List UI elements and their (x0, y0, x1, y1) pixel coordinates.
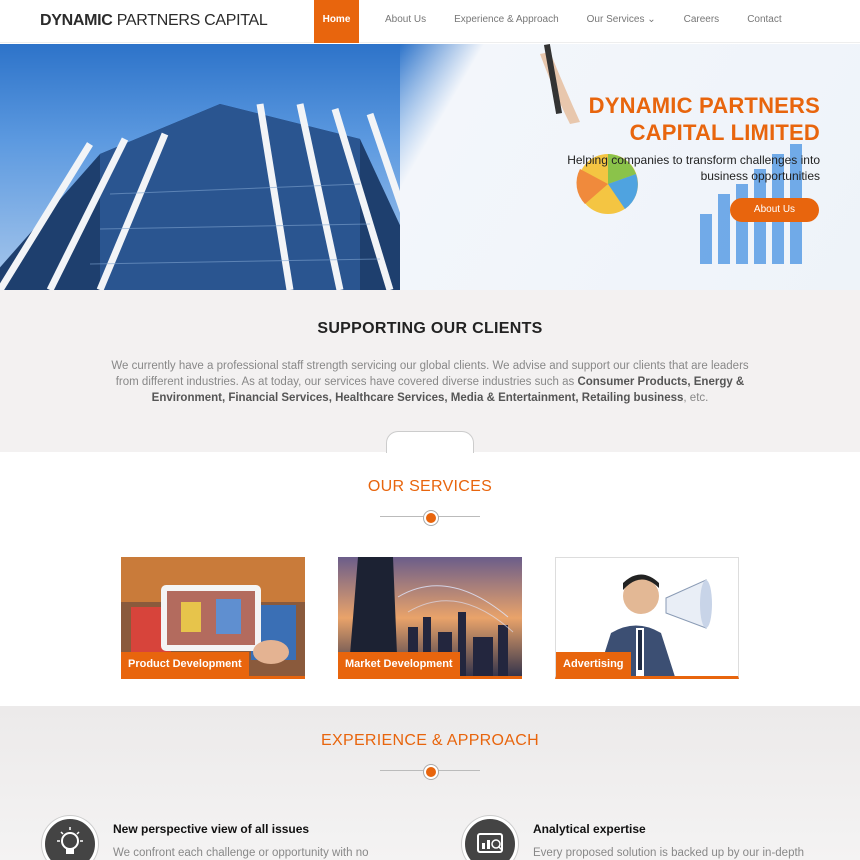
nav-contact[interactable]: Contact (733, 0, 795, 43)
experience-divider (380, 764, 480, 779)
nav-experience-approach[interactable]: Experience & Approach (440, 0, 573, 43)
hero-subtitle: Helping companies to transform challenge… (567, 153, 820, 183)
section-tab-decoration (386, 431, 474, 453)
nav-home[interactable]: Home (314, 0, 359, 43)
service-card-advertising[interactable]: Advertising (555, 557, 739, 679)
card-label: Advertising (556, 652, 631, 676)
nav-about-us[interactable]: About Us (371, 0, 440, 43)
card-label: Market Development (338, 652, 460, 676)
experience-section (0, 706, 860, 860)
experience-title: EXPERIENCE & APPROACH (321, 732, 539, 749)
hero-banner: DYNAMIC PARTNERS CAPITAL LIMITED Helping… (0, 44, 860, 290)
feature-title: Analytical expertise (533, 822, 646, 836)
nav-our-services[interactable]: Our Services ⌄ (573, 0, 670, 43)
feature-title: New perspective view of all issues (113, 822, 310, 836)
support-text: We currently have a professional staff s… (111, 360, 749, 404)
services-title: OUR SERVICES (367, 478, 493, 495)
section-title: SUPPORTING OUR CLIENTS (317, 320, 543, 337)
supporting-section: SUPPORTING OUR CLIENTS We currently have… (0, 290, 860, 453)
hero-title: DYNAMIC PARTNERS CAPITAL LIMITED (588, 93, 820, 145)
nav-careers[interactable]: Careers (670, 0, 734, 43)
about-us-button[interactable]: About Us (730, 198, 819, 222)
card-label: Product Development (121, 652, 249, 676)
feature-text: Every proposed solution is backed up by … (533, 847, 805, 859)
site-header: DYNAMIC PARTNERS CAPITAL Home About Us E… (0, 0, 860, 43)
service-card-market-development[interactable]: Market Development (338, 557, 522, 679)
feature-text: We confront each challenge or opportunit… (113, 847, 369, 859)
service-card-product-development[interactable]: Product Development (121, 557, 305, 679)
site-logo[interactable]: DYNAMIC PARTNERS CAPITAL (40, 12, 268, 30)
main-nav: Home About Us Experience & Approach Our … (314, 0, 796, 43)
analytics-icon (462, 816, 518, 860)
lightbulb-icon (42, 816, 98, 860)
services-divider (380, 510, 480, 525)
